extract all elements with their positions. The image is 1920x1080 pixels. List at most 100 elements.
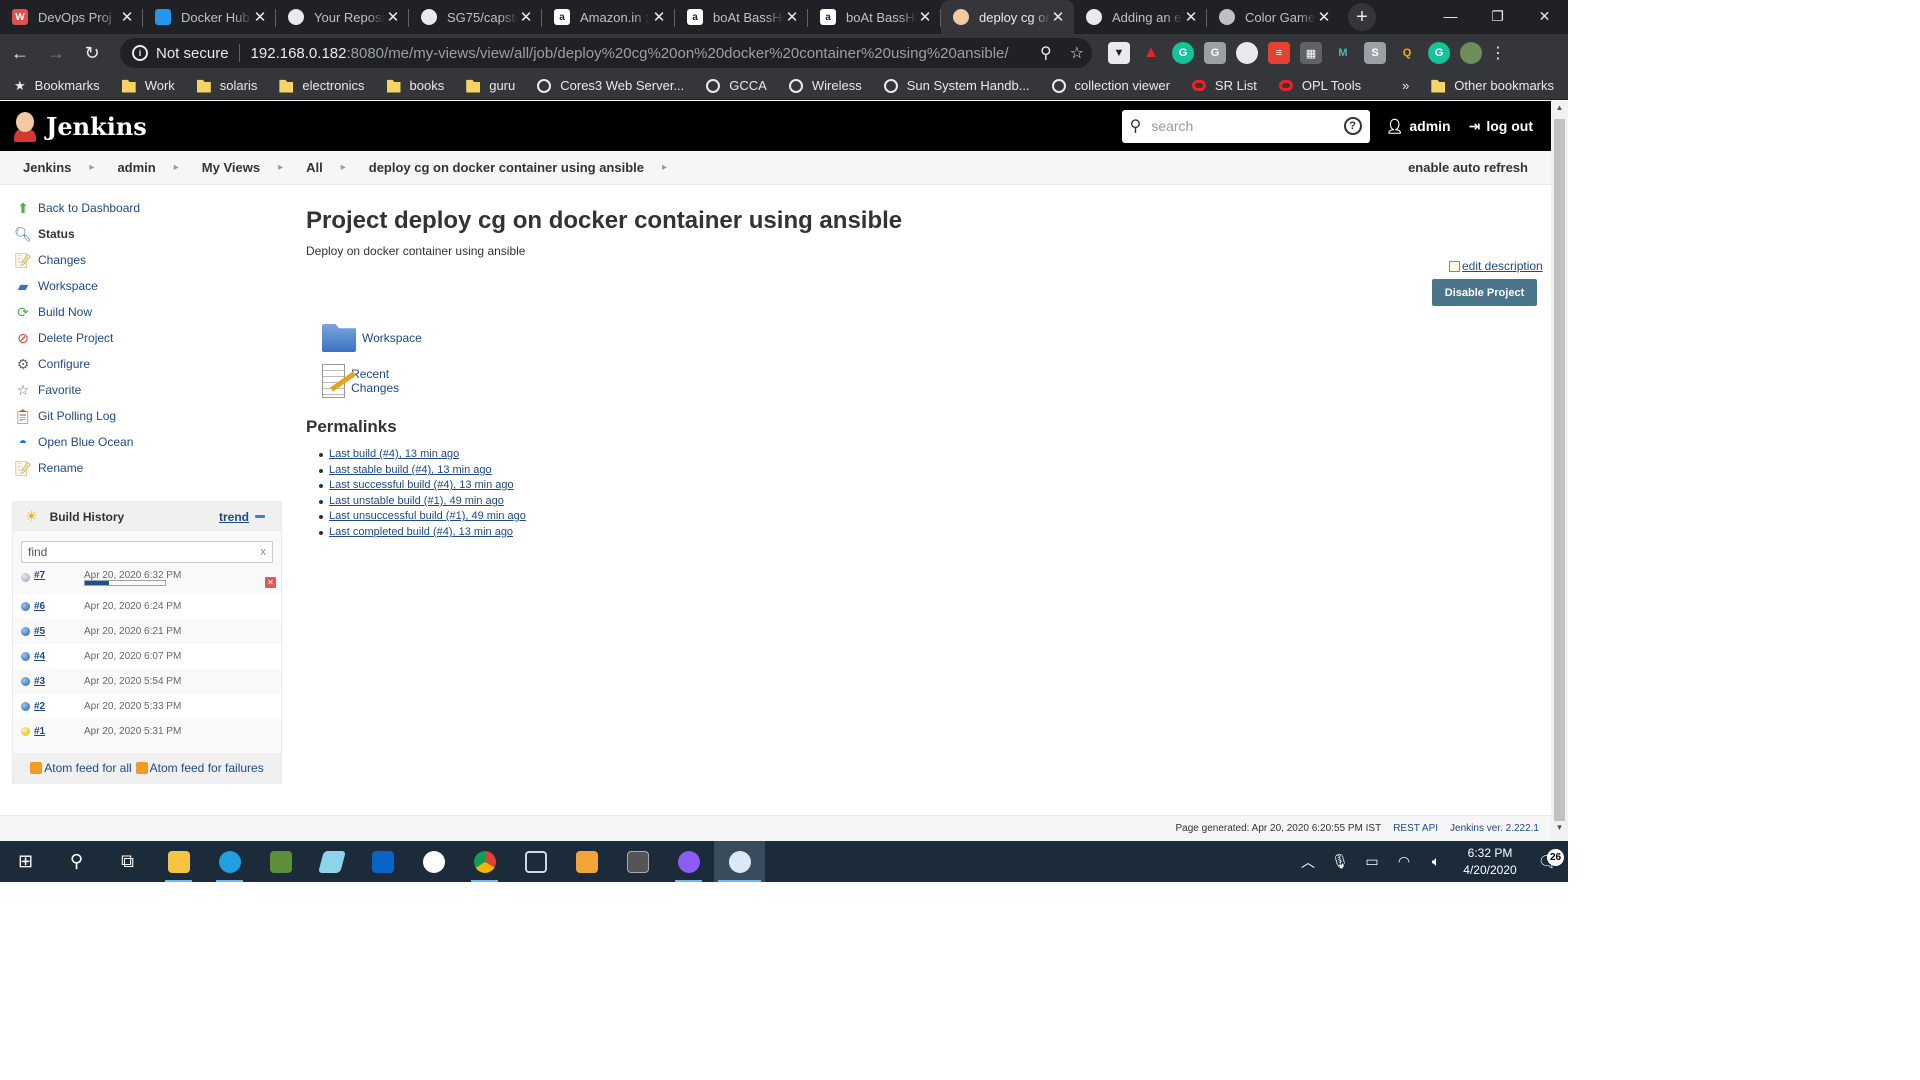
taskbar-clock[interactable]: 6:32 PM 4/20/2020	[1452, 845, 1528, 879]
bookmark-item[interactable]: GCCA	[706, 78, 767, 93]
app-icon[interactable]	[306, 841, 357, 882]
search-input[interactable]: ⚲ search ?	[1121, 109, 1370, 143]
task-build-now[interactable]: ⟳ Build Now	[14, 301, 92, 323]
browser-tab[interactable]: a boAt BassHe ✕	[675, 0, 808, 34]
scrollbar-thumb[interactable]	[1554, 119, 1565, 821]
record-icon[interactable]	[1236, 42, 1258, 64]
permalink[interactable]: Last completed build (#4), 13 min ago	[318, 526, 513, 538]
browser-menu-icon[interactable]: ⋮	[1490, 43, 1506, 63]
user-link[interactable]: 👤︎ admin	[1386, 118, 1451, 135]
scroll-down-icon[interactable]: ▼	[1551, 823, 1568, 839]
breadcrumb-item[interactable]: My Views ▸	[202, 160, 283, 175]
chrome-icon[interactable]	[459, 841, 510, 882]
close-icon[interactable]: ✕	[385, 8, 401, 26]
stop-build-icon[interactable]: ✕	[265, 577, 276, 588]
build-date-link[interactable]: Apr 20, 2020 5:54 PM	[84, 676, 181, 687]
google-ext-icon[interactable]: G	[1204, 42, 1226, 64]
m-ext-icon[interactable]: M	[1332, 42, 1354, 64]
page-scrollbar[interactable]: ▲ ▼	[1551, 101, 1568, 841]
new-tab-button[interactable]: +	[1348, 3, 1376, 31]
zoom-icon[interactable]: ⚲	[1040, 43, 1052, 63]
breadcrumb-item[interactable]: Jenkins ▸	[23, 160, 94, 175]
browser-tab[interactable]: Color Game ✕	[1207, 0, 1340, 34]
build-date-link[interactable]: Apr 20, 2020 6:21 PM	[84, 626, 181, 637]
close-icon[interactable]: ✕	[252, 8, 268, 26]
bookmark-folder[interactable]: Work	[121, 78, 175, 93]
close-icon[interactable]: ✕	[119, 8, 135, 26]
app-icon[interactable]	[255, 841, 306, 882]
close-icon[interactable]: ✕	[784, 8, 800, 26]
jenkins-logo[interactable]: Jenkins	[12, 110, 147, 142]
outlook-icon[interactable]	[357, 841, 408, 882]
info-icon[interactable]: i	[132, 45, 148, 61]
help-icon[interactable]: ?	[1343, 117, 1362, 135]
grid-ext-icon[interactable]: ▦	[1300, 42, 1322, 64]
close-icon[interactable]: ✕	[1050, 8, 1066, 26]
task-configure[interactable]: ⚙ Configure	[14, 353, 90, 375]
chevron-right-icon[interactable]: ▸	[89, 162, 94, 173]
edit-description-link[interactable]: edit description	[1449, 259, 1543, 273]
chevron-right-icon[interactable]: ▸	[662, 162, 667, 173]
chevron-right-icon[interactable]: ▸	[278, 162, 283, 173]
microphone-icon[interactable]: 🎙︎	[1324, 853, 1356, 870]
bookmark-folder[interactable]: electronics	[279, 78, 365, 93]
jenkins-version-link[interactable]: Jenkins ver. 2.222.1	[1450, 823, 1539, 834]
bookmark-item[interactable]: Sun System Handb...	[883, 78, 1030, 93]
permalink[interactable]: Last build (#4), 13 min ago	[318, 448, 459, 460]
minimize-icon[interactable]: —	[1427, 0, 1474, 32]
bookmarks-overflow-button[interactable]: »	[1402, 78, 1409, 93]
collapse-icon[interactable]	[255, 515, 265, 518]
notification-center-icon[interactable]: 🗨︎26	[1528, 848, 1568, 872]
build-number-link[interactable]: #1	[34, 726, 45, 737]
task-view-icon[interactable]: ⧉	[102, 841, 153, 882]
avatar[interactable]	[1460, 42, 1482, 64]
rest-api-link[interactable]: REST API	[1393, 823, 1438, 834]
slack-icon[interactable]	[408, 841, 459, 882]
bookmark-item[interactable]: collection viewer	[1051, 78, 1170, 93]
grammarly-icon[interactable]: G	[1172, 42, 1194, 64]
todoist-icon[interactable]: ≡	[1268, 42, 1290, 64]
app-icon[interactable]	[561, 841, 612, 882]
speaker-icon[interactable]: 🔈︎	[1420, 853, 1452, 870]
build-date-link[interactable]: Apr 20, 2020 5:33 PM	[84, 701, 181, 712]
breadcrumb-item[interactable]: deploy cg on docker container using ansi…	[369, 160, 667, 175]
browser-tab[interactable]: Adding an e ✕	[1074, 0, 1207, 34]
wifi-icon[interactable]: ◠	[1388, 853, 1420, 870]
app-icon[interactable]	[714, 841, 765, 882]
task-rename[interactable]: 📝︎ Rename	[14, 457, 83, 479]
disable-project-button[interactable]: Disable Project	[1432, 279, 1537, 306]
bookmark-item[interactable]: OPL Tools	[1278, 78, 1361, 93]
permalink[interactable]: Last stable build (#4), 13 min ago	[319, 464, 492, 476]
reload-icon[interactable]: ↻	[76, 37, 108, 69]
search-icon[interactable]: ⚲	[51, 841, 102, 882]
permalink[interactable]: Last successful build (#4), 13 min ago	[319, 479, 514, 491]
s-ext-icon[interactable]: S	[1364, 42, 1386, 64]
task-delete-project[interactable]: ⊘ Delete Project	[14, 327, 113, 349]
address-bar[interactable]: i Not secure 192.168.0.182:8080/me/my-vi…	[120, 38, 1092, 68]
bookmark-folder[interactable]: books	[386, 78, 444, 93]
virtualbox-icon[interactable]	[510, 841, 561, 882]
recent-changes-link[interactable]: Recent Changes	[322, 364, 410, 398]
task-workspace[interactable]: ▰ Workspace	[14, 275, 98, 297]
build-date-link[interactable]: Apr 20, 2020 6:07 PM	[84, 651, 181, 662]
browser-tab[interactable]: SG75/capsto ✕	[409, 0, 542, 34]
browser-tab[interactable]: Docker Hub ✕	[143, 0, 276, 34]
battery-icon[interactable]: ▭	[1356, 853, 1388, 870]
chevron-right-icon[interactable]: ▸	[341, 162, 346, 173]
build-date-link[interactable]: Apr 20, 2020 5:31 PM	[84, 726, 181, 737]
github-icon[interactable]	[663, 841, 714, 882]
build-number-link[interactable]: #4	[34, 651, 45, 662]
adobe-icon[interactable]: ▲	[1140, 42, 1162, 64]
bookmark-item[interactable]: SR List	[1191, 78, 1257, 93]
close-icon[interactable]: ✕	[651, 8, 667, 26]
forward-icon[interactable]: →	[40, 37, 72, 69]
close-window-icon[interactable]: ✕	[1521, 0, 1568, 32]
build-number-link[interactable]: #2	[34, 701, 45, 712]
logout-link[interactable]: ⇥ log out	[1469, 118, 1533, 135]
workspace-link[interactable]: Workspace	[322, 324, 422, 352]
permalink[interactable]: Last unsuccessful build (#1), 49 min ago	[319, 510, 526, 522]
task-open-blue-ocean[interactable]: ◓ Open Blue Ocean	[14, 431, 134, 453]
pocket-icon[interactable]: ▼	[1108, 42, 1130, 64]
scroll-up-icon[interactable]: ▲	[1551, 103, 1568, 119]
task-status[interactable]: 🔍︎ Status	[14, 223, 75, 245]
